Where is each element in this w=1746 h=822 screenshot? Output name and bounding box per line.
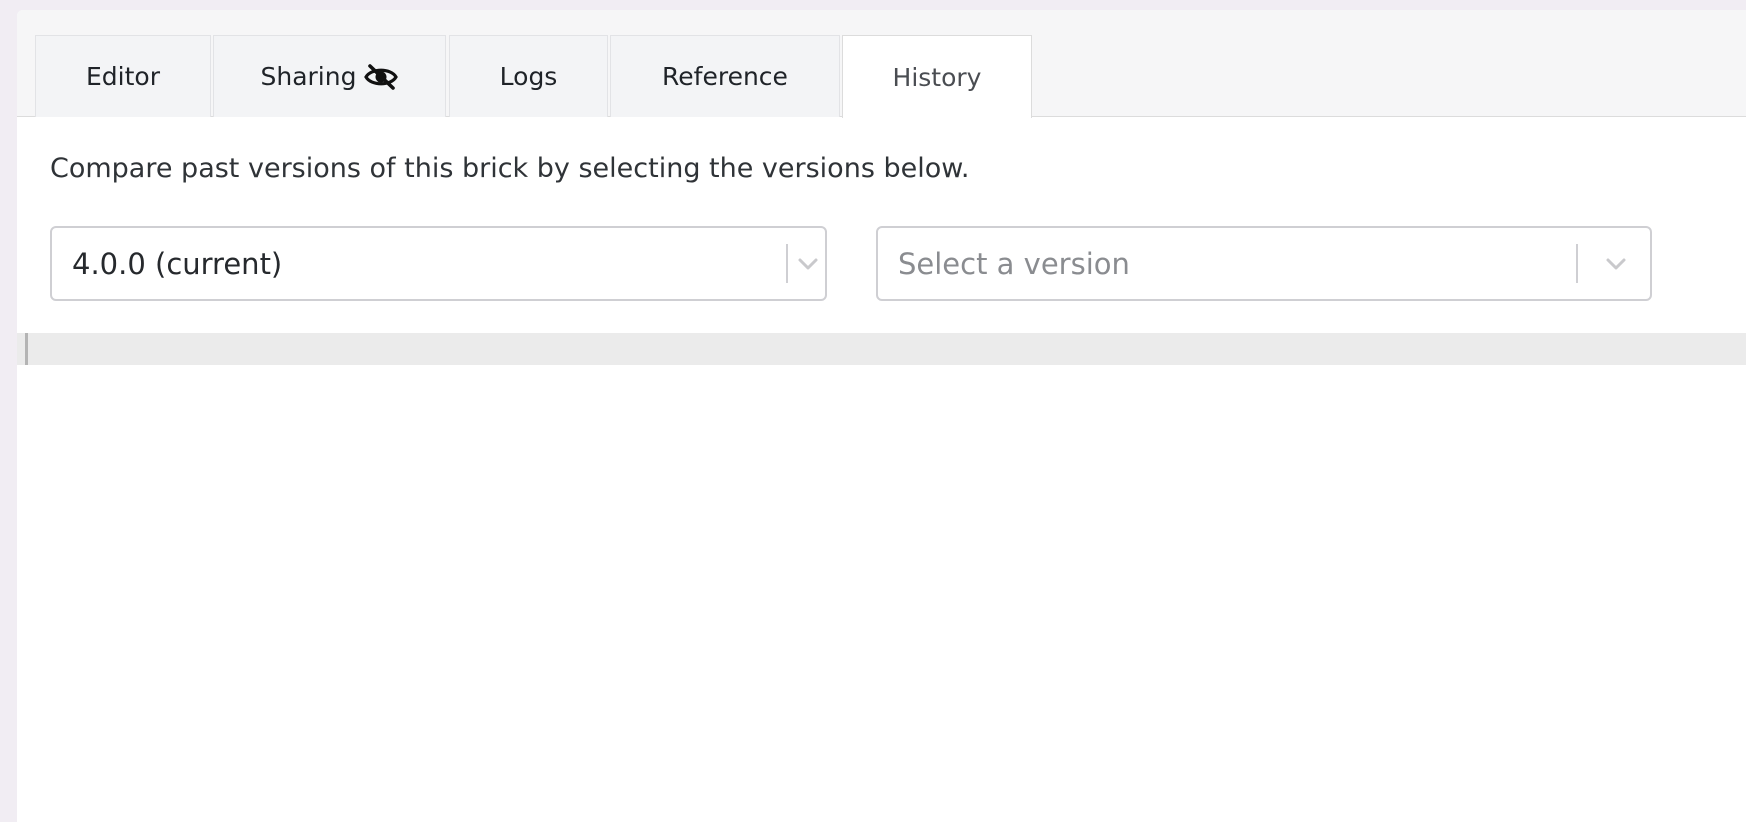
tab-label: Editor bbox=[86, 62, 160, 91]
diff-gutter-marker bbox=[25, 333, 28, 365]
diff-viewer-header bbox=[17, 333, 1746, 365]
version-placeholder: Select a version bbox=[898, 246, 1130, 281]
selected-version: 4.0.0 (current) bbox=[72, 246, 283, 281]
chevron-down-icon[interactable] bbox=[1579, 228, 1652, 299]
tab-editor[interactable]: Editor bbox=[35, 35, 211, 117]
version-select-current[interactable]: 4.0.0 (current) bbox=[50, 226, 827, 301]
tab-label: History bbox=[892, 62, 982, 92]
version-select-compare[interactable]: Select a version bbox=[876, 226, 1652, 301]
tab-history[interactable]: History bbox=[842, 35, 1032, 118]
history-description: Compare past versions of this brick by s… bbox=[50, 153, 970, 184]
tab-bar: Editor Sharing Logs Reference History bbox=[17, 10, 1746, 118]
eye-slash-icon bbox=[364, 63, 399, 90]
select-separator bbox=[786, 244, 788, 283]
tab-label: Reference bbox=[662, 62, 788, 91]
tab-logs[interactable]: Logs bbox=[449, 35, 608, 117]
tab-reference[interactable]: Reference bbox=[610, 35, 840, 117]
tab-label: Sharing bbox=[260, 62, 357, 91]
brick-panel: Editor Sharing Logs Reference History Co… bbox=[17, 10, 1746, 822]
select-separator bbox=[1576, 244, 1578, 283]
tab-label: Logs bbox=[499, 62, 558, 91]
tab-sharing[interactable]: Sharing bbox=[213, 35, 446, 117]
chevron-down-icon[interactable] bbox=[789, 228, 827, 299]
